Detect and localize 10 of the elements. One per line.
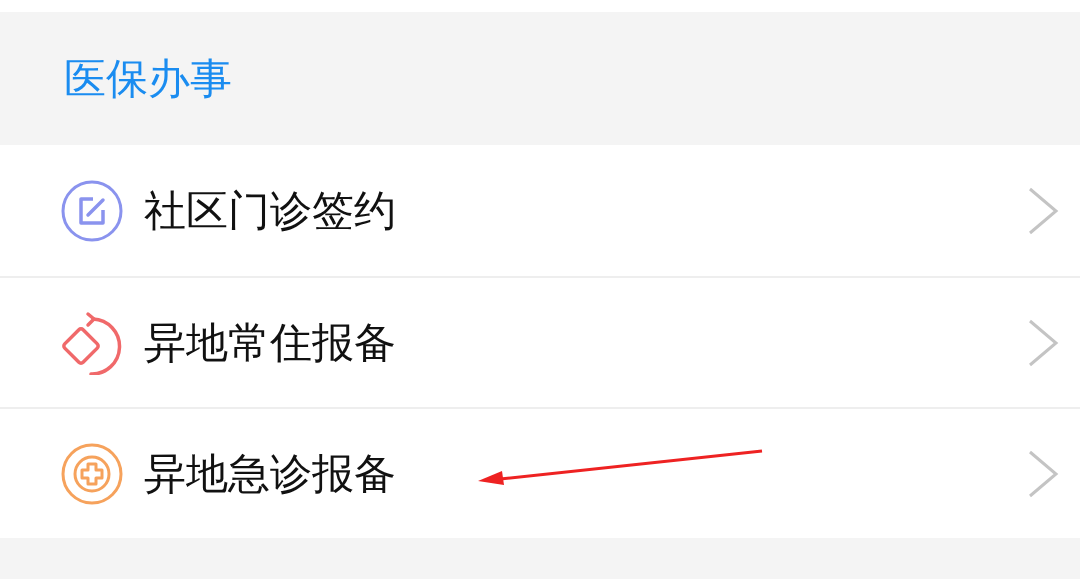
chevron-icon: [1026, 317, 1060, 368]
section-title: 医保办事: [64, 57, 232, 100]
menu-item[interactable]: 异地常住报备: [0, 276, 1080, 407]
menu-item[interactable]: 异地急诊报备: [0, 407, 1080, 538]
item-label: 社区门诊签约: [144, 189, 396, 232]
item-label: 异地常住报备: [144, 321, 396, 364]
chevron-icon: [1026, 448, 1060, 499]
menu-item[interactable]: 社区门诊签约: [0, 145, 1080, 276]
chevron-icon: [1026, 185, 1060, 236]
item-label: 异地急诊报备: [144, 452, 396, 495]
